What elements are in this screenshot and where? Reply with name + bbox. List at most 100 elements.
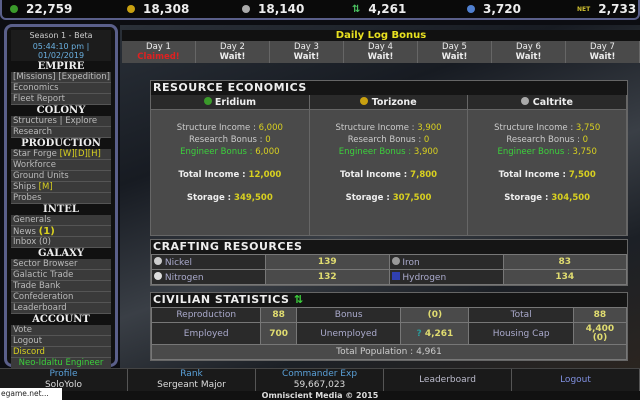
- section-title: CIVILIAN STATISTICS ⇅: [151, 293, 627, 307]
- day-4[interactable]: Day 4 Wait!: [344, 41, 418, 63]
- section-title: CRAFTING RESOURCES: [151, 240, 627, 254]
- ships-link[interactable]: [M]: [39, 182, 53, 192]
- net-icon: NET: [577, 5, 591, 13]
- resource-value: 4,261: [368, 2, 407, 16]
- hydrogen-icon: [467, 5, 475, 13]
- hydrogen-value: 134: [502, 269, 627, 285]
- nitrogen-value: 132: [265, 269, 390, 285]
- rank-display: Rank Sergeant Major: [128, 369, 256, 392]
- housing-label: Housing Cap: [468, 322, 574, 345]
- hydrogen-label: Hydrogen: [388, 269, 504, 285]
- econ-eridium: Eridium Structure Income : 6,000 Research …: [151, 95, 310, 235]
- nav-item[interactable]: Leaderboard: [11, 303, 111, 314]
- nav-section-account: ACCOUNT: [11, 314, 111, 325]
- resource-torizone: 18,308: [127, 2, 189, 16]
- resource-value: 22,759: [26, 2, 73, 16]
- nav-item[interactable]: Ships [M]: [11, 182, 111, 193]
- nav-item[interactable]: Sector Browser: [11, 259, 111, 270]
- nav-item[interactable]: Star Forge [W][D][H]: [11, 149, 111, 160]
- nickel-label: Nickel: [151, 254, 266, 270]
- nav-item[interactable]: Workforce: [11, 160, 111, 171]
- footer: Profile SoloYolo Rank Sergeant Major Comma…: [0, 368, 640, 392]
- nav-item[interactable]: Economics: [11, 83, 111, 94]
- employed-value: 700: [260, 322, 298, 345]
- iron-value: 83: [502, 254, 627, 270]
- caltrite-icon: [521, 97, 530, 105]
- eridium-icon: [203, 97, 212, 105]
- news-count[interactable]: (1): [39, 226, 55, 236]
- bonus-label: Bonus: [296, 307, 402, 323]
- reproduction-value: 88: [260, 307, 298, 323]
- nav-item[interactable]: Ground Units: [11, 171, 111, 182]
- eridium-icon: [10, 5, 18, 13]
- nav-item[interactable]: Fleet Report: [11, 94, 111, 105]
- nav-item[interactable]: Vote: [11, 325, 111, 336]
- nav-item[interactable]: Research: [11, 127, 111, 138]
- housing-value: 4,400 (0): [572, 322, 628, 345]
- section-title: RESOURCE ECONOMICS: [151, 81, 627, 95]
- status-url: egame.net...: [0, 388, 62, 400]
- daily-log-bonus: Daily Log Bonus Day 1 Claimed! Day 2 Wait! D…: [122, 30, 640, 63]
- total-value: 88: [572, 307, 628, 323]
- unemployed-value: ? 4,261: [400, 322, 470, 345]
- nav-item[interactable]: Generals: [11, 215, 111, 226]
- season-label: Season 1 - Beta: [11, 30, 111, 41]
- civilian-statistics: CIVILIAN STATISTICS ⇅ Reproduction 88 Bon…: [150, 292, 628, 361]
- sidebar: Season 1 - Beta 05:44:10 pm | 01/02/2019…: [4, 24, 118, 369]
- day-2[interactable]: Day 2 Wait!: [196, 41, 270, 63]
- resource-net: NET 2,733: [577, 2, 636, 16]
- nav-section-intel: INTEL: [11, 204, 111, 215]
- resource-value: 18,308: [143, 2, 190, 16]
- resource-population: ⇅ 4,261: [352, 2, 406, 16]
- nav-item[interactable]: Galactic Trade: [11, 270, 111, 281]
- resource-value: 18,140: [258, 2, 305, 16]
- reproduction-label: Reproduction: [150, 307, 262, 323]
- nav-section-production: PRODUCTION: [11, 138, 111, 149]
- resource-caltrite: 18,140: [242, 2, 304, 16]
- nav-item[interactable]: News (1): [11, 226, 111, 237]
- bonus-value: (0): [400, 307, 470, 323]
- discord-link[interactable]: Discord: [11, 347, 111, 358]
- day-7[interactable]: Day 7 Wait!: [566, 41, 640, 63]
- day-6[interactable]: Day 6 Wait!: [492, 41, 566, 63]
- day-1[interactable]: Day 1 Claimed!: [122, 41, 196, 63]
- resource-bar: 22,759 18,308 18,140 ⇅ 4,261 3,720 NET 2,733: [0, 0, 640, 20]
- econ-torizone: Torizone Structure Income : 3,900 Research…: [309, 95, 469, 235]
- help-icon[interactable]: ?: [416, 329, 421, 339]
- caltrite-icon: [242, 5, 250, 13]
- nav-item[interactable]: Logout: [11, 336, 111, 347]
- nav-item[interactable]: Probes: [11, 193, 111, 204]
- nav-item[interactable]: Confederation: [11, 292, 111, 303]
- nav-item[interactable]: Inbox (0): [11, 237, 111, 248]
- star-forge-links[interactable]: [W][D][H]: [60, 149, 101, 159]
- daily-title: Daily Log Bonus: [122, 30, 640, 41]
- torizone-icon: [127, 5, 135, 13]
- resource-economics: RESOURCE ECONOMICS Eridium Structure Inco…: [150, 80, 628, 236]
- copyright: Omniscient Media © 2015: [0, 391, 640, 400]
- nitrogen-label: Nitrogen: [151, 269, 266, 285]
- logout-link[interactable]: Logout: [512, 369, 640, 392]
- nickel-value: 139: [265, 254, 390, 270]
- nav-section-colony: COLONY: [11, 105, 111, 116]
- econ-caltrite: Caltrite Structure Income : 3,750 Research…: [468, 95, 628, 235]
- population-icon: ⇅: [352, 3, 361, 15]
- nav-item[interactable]: Structures | Explore: [11, 116, 111, 127]
- resource-hydrogen: 3,720: [467, 2, 521, 16]
- nav-section-galaxy: GALAXY: [11, 248, 111, 259]
- resource-value: 3,720: [483, 2, 521, 16]
- exp-display: Commander Exp 59,667,023: [256, 369, 384, 392]
- day-3[interactable]: Day 3 Wait!: [270, 41, 344, 63]
- server-time: 05:44:10 pm | 01/02/2019: [11, 41, 111, 61]
- employed-label: Employed: [150, 322, 262, 345]
- resource-value: 2,733: [598, 2, 637, 16]
- nav-item[interactable]: [Missions] [Expedition]: [11, 72, 111, 83]
- nav-item[interactable]: Trade Bank: [11, 281, 111, 292]
- iron-label: Iron: [388, 254, 504, 270]
- total-population: Total Population : 4,961: [151, 344, 627, 360]
- day-5[interactable]: Day 5 Wait!: [418, 41, 492, 63]
- nav-section-empire: EMPIRE: [11, 61, 111, 72]
- crafting-resources: CRAFTING RESOURCES Nickel 139 Iron 83 Nitr…: [150, 239, 628, 286]
- leaderboard-link[interactable]: Leaderboard: [384, 369, 512, 392]
- torizone-icon: [360, 97, 369, 105]
- unemployed-label: Unemployed: [296, 322, 402, 345]
